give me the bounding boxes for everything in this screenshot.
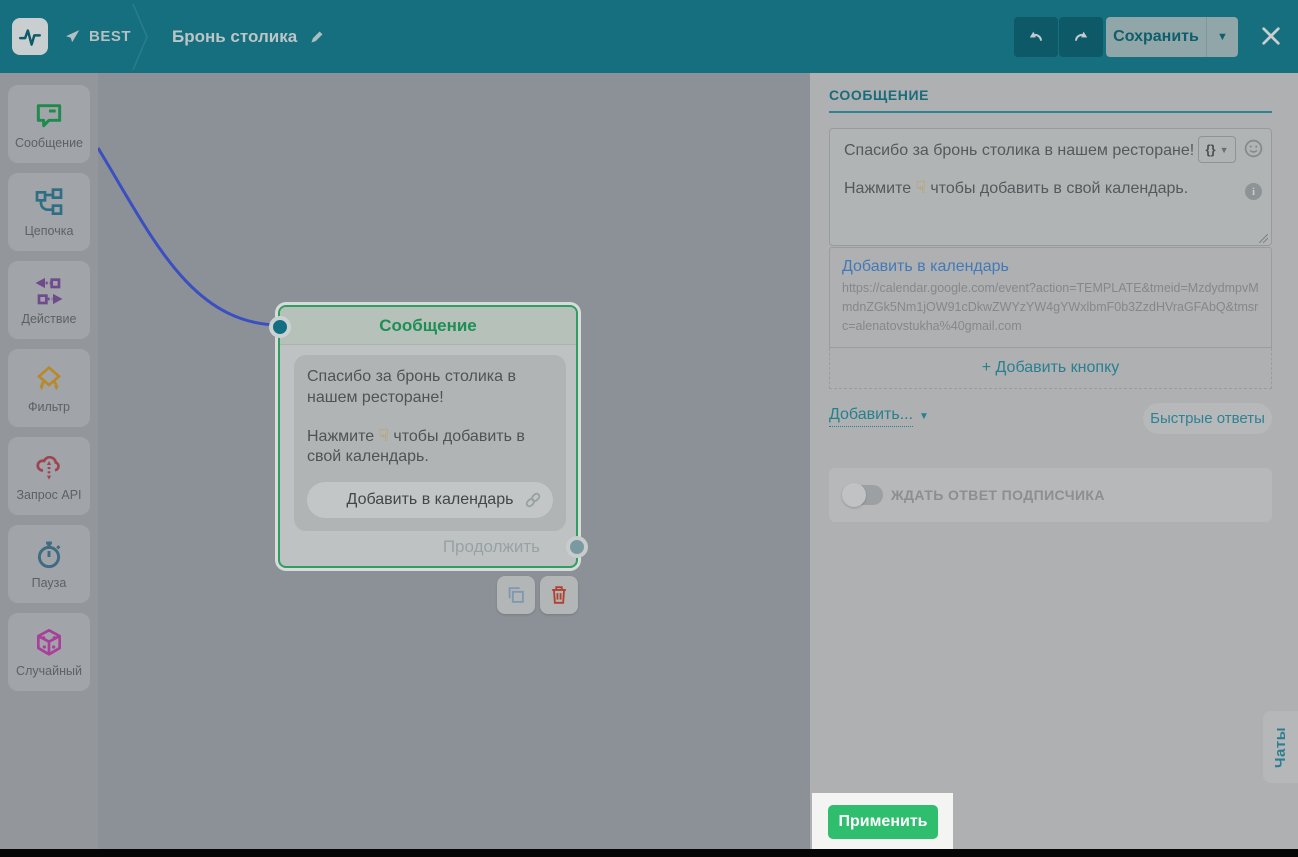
panel-title-underline [829,111,1272,113]
chevron-down-icon: ▼ [1217,31,1228,43]
hand-down-icon: ☟ [378,425,389,445]
wait-reply-card: ЖДАТЬ ОТВЕТ ПОДПИСЧИКА [829,468,1272,522]
link-icon [525,492,541,508]
message-line2: Нажмите ☟ чтобы добавить в свой календар… [844,177,1189,197]
back-to-bot-button[interactable]: BEST [64,0,131,73]
sidebar-item-pause[interactable]: Пауза [8,525,90,603]
action-icon [35,277,63,304]
node-title: Сообщение [280,307,576,345]
chevron-down-icon: ▼ [1219,144,1229,155]
redo-button[interactable] [1059,17,1103,57]
sidebar-item-filter[interactable]: Фильтр [8,349,90,427]
flow-title: Бронь столика [172,0,326,73]
hand-down-icon: ☟ [915,177,926,197]
braces-icon: {} [1205,142,1216,157]
filter-icon [36,365,62,390]
node-output-port[interactable] [566,536,588,558]
chats-tab[interactable]: Чаты [1263,711,1298,783]
quick-replies-button[interactable]: Быстрые ответы [1143,403,1272,434]
node-message-line1: Спасибо за бронь столика в нашем рестора… [307,368,516,406]
button-settings-card: Добавить в календарь https://calendar.go… [829,247,1272,390]
node-input-port[interactable] [269,316,291,338]
sidebar-item-label: Цепочка [24,223,74,238]
trash-icon [552,586,566,604]
edit-pencil-icon[interactable] [309,28,326,45]
delete-node-button[interactable] [540,576,578,614]
calendar-button-row[interactable]: Добавить в календарь https://calendar.go… [829,247,1272,349]
breadcrumb-divider [132,3,148,71]
wait-reply-label: ЖДАТЬ ОТВЕТ ПОДПИСЧИКА [891,487,1105,503]
undo-button[interactable] [1014,17,1058,57]
app-logo[interactable] [12,18,48,55]
textarea-resize-handle[interactable] [1259,234,1268,243]
sidebar-item-message[interactable]: Сообщение [8,85,90,163]
save-button[interactable]: Сохранить [1106,17,1206,57]
panel-title: СООБЩЕНИЕ [829,87,930,103]
copy-icon [508,587,524,603]
sidebar-item-label: Пауза [31,575,67,590]
add-button-button[interactable]: + Добавить кнопку [829,348,1272,390]
node-message-bubble: Спасибо за бронь столика в нашем рестора… [294,355,566,532]
add-more-dropdown[interactable]: Добавить... ▼ [829,406,929,427]
message-line1: Спасибо за бронь столика в нашем рестора… [844,142,1195,159]
random-icon [37,628,61,656]
save-dropdown-button[interactable]: ▼ [1206,17,1238,57]
redo-icon [1074,31,1088,41]
wait-reply-toggle[interactable] [842,483,883,507]
top-bar: BEST Бронь столика Сохранить ▼ [0,0,1298,73]
node-settings-panel: СООБЩЕНИЕ Спасибо за бронь столика в наш… [810,73,1298,851]
node-calendar-button[interactable]: Добавить в календарь [307,482,553,519]
calendar-button-url: https://calendar.google.com/event?action… [842,281,1259,333]
apply-button[interactable]: Применить [828,805,938,839]
sidebar-item-label: Сообщение [14,135,84,150]
toggle-knob [842,483,866,507]
smiley-icon [1244,139,1263,158]
sidebar-item-action[interactable]: Действие [8,261,90,339]
message-node[interactable]: Сообщение Спасибо за бронь столика в наш… [269,305,588,568]
sidebar-item-label: Запрос API [16,487,82,502]
sidebar-item-chain[interactable]: Цепочка [8,173,90,251]
message-icon [36,103,62,127]
undo-icon [1029,31,1043,41]
sidebar-item-label: Фильтр [28,399,70,414]
close-icon [1262,27,1280,45]
chain-icon [35,187,63,215]
calendar-button-title[interactable]: Добавить в календарь [842,258,1259,276]
telegram-plane-icon [66,30,80,43]
pause-icon [37,541,61,568]
sidebar-item-label: Случайный [16,663,82,678]
pulse-icon [19,28,41,46]
info-icon[interactable]: i [1245,183,1262,200]
node-calendar-button-label: Добавить в календарь [346,490,514,508]
node-continue-label: Продолжить [442,537,540,556]
node-palette: Сообщение Цепочка Действие Фильтр Запрос… [0,73,98,849]
chats-tab-label: Чаты [1272,726,1290,768]
sidebar-item-label: Действие [21,311,77,326]
emoji-picker-button[interactable] [1243,138,1264,164]
copy-node-button[interactable] [497,576,535,614]
bottom-black-bar [0,849,1298,857]
api-request-icon [36,455,60,480]
sidebar-item-random[interactable]: Случайный [8,613,90,691]
node-message-line2: Нажмите ☟ чтобы добавить в свой календар… [307,425,525,466]
insert-variable-button[interactable]: {} ▼ [1198,136,1236,163]
back-label: BEST [89,28,132,45]
chevron-down-icon: ▼ [919,411,929,422]
save-split-button: Сохранить ▼ [1106,17,1238,57]
close-builder-button[interactable] [1256,21,1286,51]
sidebar-item-api-request[interactable]: Запрос API [8,437,90,515]
add-more-label: Добавить... [829,406,914,427]
